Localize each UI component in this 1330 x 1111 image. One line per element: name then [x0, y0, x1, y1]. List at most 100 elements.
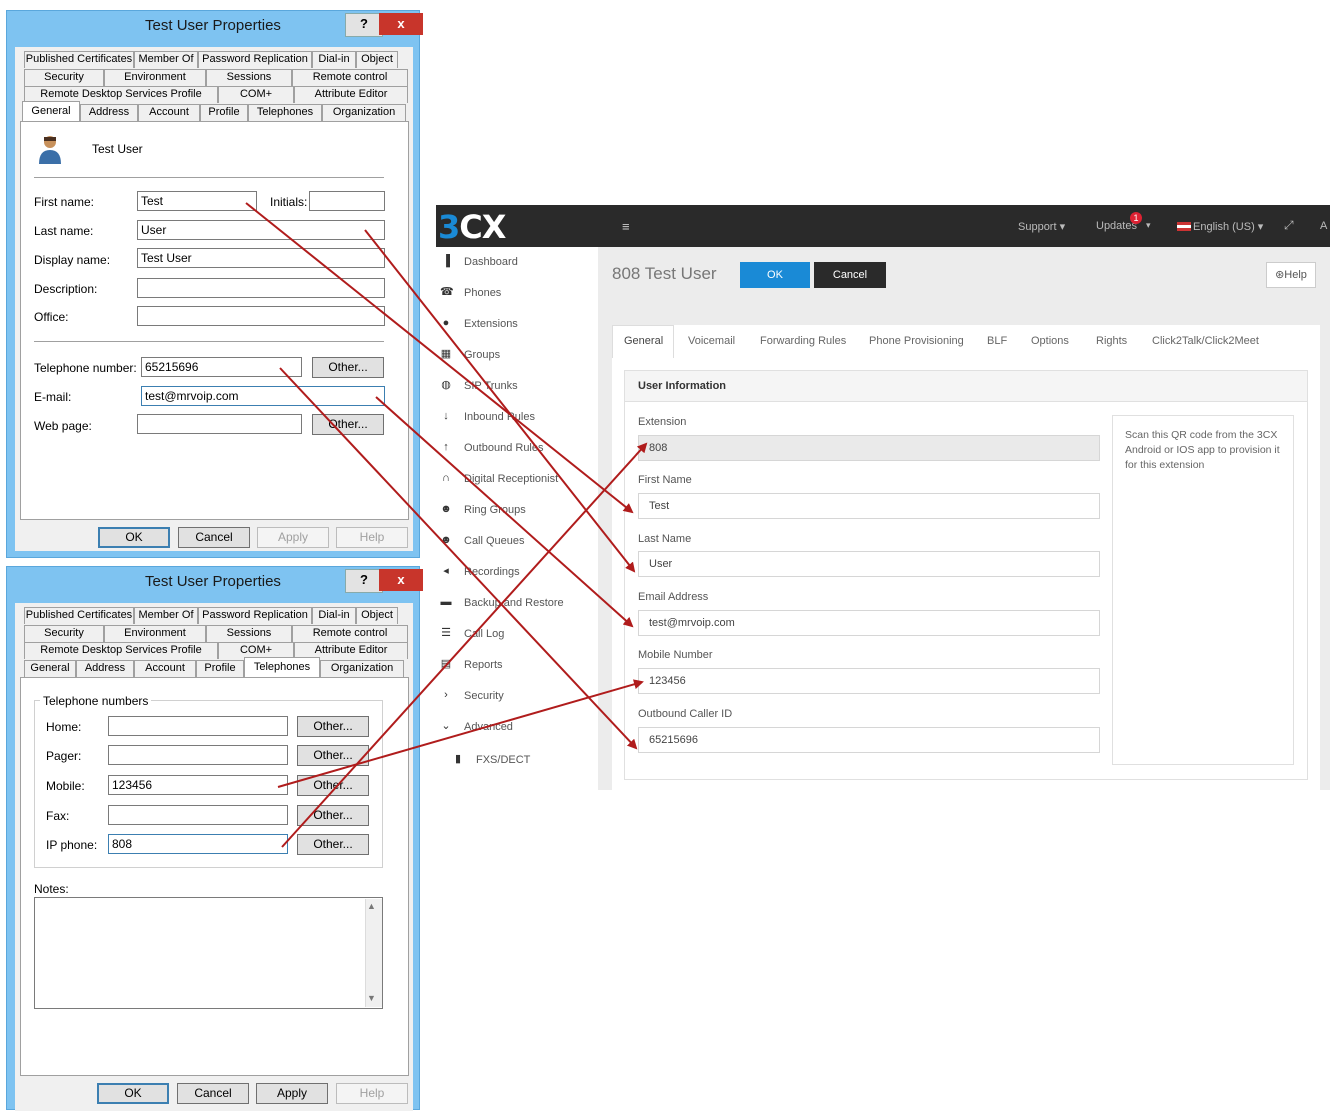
tab-account[interactable]: Account [134, 660, 196, 677]
office-field[interactable] [137, 306, 385, 326]
sidebar-item-fxs-dect[interactable]: ▮ FXS/DECT [436, 745, 598, 776]
fullscreen-icon[interactable]: ⤢ [1284, 218, 1294, 233]
tab-password-replication[interactable]: Password Replication [198, 607, 312, 624]
apply-button[interactable]: Apply [256, 1083, 328, 1104]
tab-published-certificates[interactable]: Published Certificates [24, 51, 134, 68]
mobile-field[interactable]: 123456 [108, 775, 288, 795]
ip-phone-field[interactable]: 808 [108, 834, 288, 854]
tab-attribute-editor[interactable]: Attribute Editor [294, 86, 408, 103]
email-field[interactable]: test@mrvoip.com [141, 386, 385, 406]
notes-textarea[interactable] [34, 897, 383, 1009]
tab-environment[interactable]: Environment [104, 625, 206, 642]
tab-options[interactable]: Options [1031, 335, 1069, 347]
tab-profile[interactable]: Profile [196, 660, 244, 677]
initials-field[interactable] [309, 191, 385, 211]
tab-remote-control[interactable]: Remote control [292, 69, 408, 86]
help-button[interactable]: Help [336, 527, 408, 548]
tab-telephones[interactable]: Telephones [248, 104, 322, 121]
sidebar-item-extensions[interactable]: ● Extensions [436, 309, 598, 340]
tab-rights[interactable]: Rights [1096, 335, 1127, 347]
tab-forwarding-rules[interactable]: Forwarding Rules [760, 335, 846, 347]
sidebar-item-phones[interactable]: ☎ Phones [436, 278, 598, 309]
tab-dial-in[interactable]: Dial-in [312, 607, 356, 624]
sidebar-item-inbound-rules[interactable]: ↓ Inbound Rules [436, 402, 598, 433]
first-name-field[interactable]: Test [638, 493, 1100, 519]
web-page-field[interactable] [137, 414, 302, 434]
last-name-field[interactable]: User [638, 551, 1100, 577]
sidebar-item-recordings[interactable]: ◂ Recordings [436, 557, 598, 588]
sidebar-item-groups[interactable]: ▦ Groups [436, 340, 598, 371]
tab-account[interactable]: Account [138, 104, 200, 121]
sidebar-item-dashboard[interactable]: ▐ Dashboard [436, 247, 598, 278]
account-menu[interactable]: A [1320, 220, 1327, 232]
help-button[interactable]: Help [336, 1083, 408, 1104]
tab-member-of[interactable]: Member Of [134, 51, 198, 68]
tab-object[interactable]: Object [356, 607, 398, 624]
notes-scrollbar[interactable] [365, 899, 382, 1007]
tab-password-replication[interactable]: Password Replication [198, 51, 312, 68]
tab-blf[interactable]: BLF [987, 335, 1007, 347]
tab-general[interactable]: General [24, 660, 76, 677]
help-button[interactable]: ⊛Help [1266, 262, 1316, 288]
outbound-caller-id-field[interactable]: 65215696 [638, 727, 1100, 753]
tab-remote-desktop-services-profile[interactable]: Remote Desktop Services Profile [24, 642, 218, 659]
tab-organization[interactable]: Organization [320, 660, 404, 677]
tab-security[interactable]: Security [24, 625, 104, 642]
tab-member-of[interactable]: Member Of [134, 607, 198, 624]
language-menu[interactable]: English (US) ▾ [1193, 220, 1263, 233]
tab-object[interactable]: Object [356, 51, 398, 68]
tab-telephones[interactable]: Telephones [244, 657, 320, 677]
help-button[interactable]: ? [345, 13, 383, 37]
tab-organization[interactable]: Organization [322, 104, 406, 121]
apply-button[interactable]: Apply [257, 527, 329, 548]
menu-toggle-icon[interactable]: ≡ [622, 219, 630, 234]
mobile-other-button[interactable]: Other... [297, 775, 369, 796]
sidebar-item-advanced[interactable]: ⌄ Advanced [436, 712, 598, 743]
email-address-field[interactable]: test@mrvoip.com [638, 610, 1100, 636]
sidebar-item-backup-and-restore[interactable]: ▬ Backup and Restore [436, 588, 598, 619]
tab-sessions[interactable]: Sessions [206, 625, 292, 642]
ip-phone-other-button[interactable]: Other... [297, 834, 369, 855]
sidebar-item-outbound-rules[interactable]: ↑ Outbound Rules [436, 433, 598, 464]
telephone-other-button[interactable]: Other... [312, 357, 384, 378]
close-button[interactable]: x [379, 569, 423, 591]
ok-button[interactable]: OK [97, 1083, 169, 1104]
tab-security[interactable]: Security [24, 69, 104, 86]
help-button[interactable]: ? [345, 569, 383, 593]
tab-sessions[interactable]: Sessions [206, 69, 292, 86]
tab-address[interactable]: Address [80, 104, 138, 121]
tab-dial-in[interactable]: Dial-in [312, 51, 356, 68]
tab-remote-control[interactable]: Remote control [292, 625, 408, 642]
scroll-down-icon[interactable]: ▼ [367, 993, 376, 1003]
tab-general[interactable]: General [624, 335, 663, 347]
home-field[interactable] [108, 716, 288, 736]
tab-published-certificates[interactable]: Published Certificates [24, 607, 134, 624]
mobile-number-field[interactable]: 123456 [638, 668, 1100, 694]
tab-profile[interactable]: Profile [200, 104, 248, 121]
support-menu[interactable]: Support ▾ [1018, 220, 1065, 233]
tab-address[interactable]: Address [76, 660, 134, 677]
web-page-other-button[interactable]: Other... [312, 414, 384, 435]
tab-general[interactable]: General [22, 101, 80, 121]
sidebar-item-sip-trunks[interactable]: ◍ SIP Trunks [436, 371, 598, 402]
tab-environment[interactable]: Environment [104, 69, 206, 86]
tab-com-plus[interactable]: COM+ [218, 86, 294, 103]
tab-click2talk[interactable]: Click2Talk/Click2Meet [1152, 335, 1259, 347]
fax-field[interactable] [108, 805, 288, 825]
telephone-field[interactable]: 65215696 [141, 357, 302, 377]
tab-phone-provisioning[interactable]: Phone Provisioning [869, 335, 964, 347]
sidebar-item-call-log[interactable]: ☰ Call Log [436, 619, 598, 650]
pager-other-button[interactable]: Other... [297, 745, 369, 766]
ok-button[interactable]: OK [740, 262, 810, 288]
first-name-field[interactable]: Test [137, 191, 257, 211]
sidebar-item-reports[interactable]: ▤ Reports [436, 650, 598, 681]
sidebar-item-call-queues[interactable]: ☻ Call Queues [436, 526, 598, 557]
home-other-button[interactable]: Other... [297, 716, 369, 737]
description-field[interactable] [137, 278, 385, 298]
cancel-button[interactable]: Cancel [178, 527, 250, 548]
cancel-button[interactable]: Cancel [814, 262, 886, 288]
sidebar-item-security[interactable]: › Security [436, 681, 598, 712]
close-button[interactable]: x [379, 13, 423, 35]
tab-voicemail[interactable]: Voicemail [688, 335, 735, 347]
scroll-up-icon[interactable]: ▲ [367, 901, 376, 911]
